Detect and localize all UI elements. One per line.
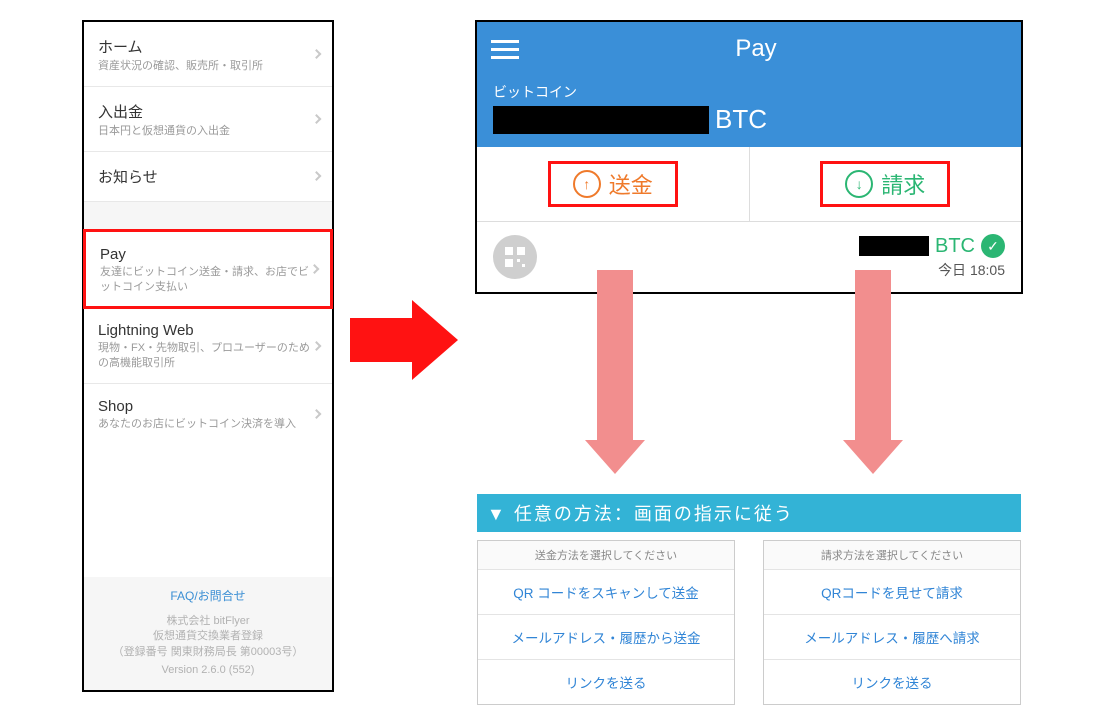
receive-option-link[interactable]: リンクを送る (764, 660, 1020, 704)
pay-screen: Pay ビットコイン BTC ↑ 送金 ↓ 請求 BTC (475, 20, 1023, 294)
balance-currency: BTC (715, 104, 767, 135)
sidebar-item-title: ホーム (98, 36, 318, 57)
arrow-right-icon (350, 300, 460, 380)
pay-title: Pay (491, 35, 1021, 63)
sidebar-item-deposit[interactable]: 入出金 日本円と仮想通貨の入出金 (84, 87, 332, 152)
sidebar-item-title: お知らせ (98, 166, 318, 187)
receive-option-qr[interactable]: QRコードを見せて請求 (764, 570, 1020, 615)
corp-info: 株式会社 bitFlyer 仮想通貨交換業者登録 （登録番号 関東財務局長 第0… (92, 614, 324, 660)
receive-button[interactable]: ↓ 請求 (749, 147, 1022, 221)
pay-balance: ビットコイン BTC (477, 76, 1021, 147)
receive-options: 請求方法を選択してください QRコードを見せて請求 メールアドレス・履歴へ請求 … (763, 540, 1021, 705)
sidebar-footer: FAQ/お問合せ 株式会社 bitFlyer 仮想通貨交換業者登録 （登録番号 … (84, 577, 332, 690)
sidebar-item-subtitle: 友達にビットコイン送金・請求、お店でビットコイン支払い (100, 265, 316, 295)
version-label: Version 2.6.0 (552) (92, 664, 324, 676)
sidebar-item-subtitle: 現物・FX・先物取引、プロユーザーのための高機能取引所 (98, 341, 318, 371)
pay-header: Pay (477, 22, 1021, 76)
sidebar-item-title: Shop (98, 398, 318, 415)
balance-label: ビットコイン (493, 82, 1005, 102)
sidebar-menu: ホーム 資産状況の確認、販売所・取引所 入出金 日本円と仮想通貨の入出金 お知ら… (82, 20, 334, 692)
sidebar-item-subtitle: 資産状況の確認、販売所・取引所 (98, 59, 318, 74)
sidebar-item-title: Lightning Web (98, 322, 318, 339)
redacted-amount (859, 236, 929, 256)
sidebar-item-notice[interactable]: お知らせ (84, 152, 332, 202)
send-option-link[interactable]: リンクを送る (478, 660, 734, 704)
sidebar-item-lightning[interactable]: Lightning Web 現物・FX・先物取引、プロユーザーのための高機能取引… (84, 308, 332, 384)
send-option-qr[interactable]: QR コードをスキャンして送金 (478, 570, 734, 615)
receive-icon: ↓ (845, 170, 873, 198)
send-options: 送金方法を選択してください QR コードをスキャンして送金 メールアドレス・履歴… (477, 540, 735, 705)
sidebar-item-pay[interactable]: Pay 友達にビットコイン送金・請求、お店でビットコイン支払い (83, 229, 333, 310)
redacted-balance (493, 106, 709, 134)
sidebar-item-title: 入出金 (98, 101, 318, 122)
sidebar-gap (84, 202, 332, 230)
tx-time: 今日 18:05 (938, 260, 1005, 280)
send-icon: ↑ (573, 170, 601, 198)
qr-icon (493, 235, 537, 279)
receive-label: 請求 (881, 168, 925, 200)
sidebar-item-subtitle: 日本円と仮想通貨の入出金 (98, 124, 318, 139)
receive-options-header: 請求方法を選択してください (764, 541, 1020, 570)
send-option-email[interactable]: メールアドレス・履歴から送金 (478, 615, 734, 660)
receive-option-email[interactable]: メールアドレス・履歴へ請求 (764, 615, 1020, 660)
arrow-down-icon (585, 270, 645, 474)
transaction-row[interactable]: BTC ✓ 今日 18:05 (477, 222, 1021, 292)
send-label: 送金 (609, 168, 653, 200)
check-icon: ✓ (981, 234, 1005, 258)
sidebar-item-subtitle: あなたのお店にビットコイン決済を導入 (98, 417, 318, 432)
arrow-down-icon (843, 270, 903, 474)
faq-link[interactable]: FAQ/お問合せ (92, 587, 324, 604)
sidebar-item-home[interactable]: ホーム 資産状況の確認、販売所・取引所 (84, 22, 332, 87)
sidebar-item-shop[interactable]: Shop あなたのお店にビットコイン決済を導入 (84, 384, 332, 444)
sidebar-item-title: Pay (100, 246, 316, 263)
tx-currency: BTC (935, 235, 975, 258)
action-row: ↑ 送金 ↓ 請求 (477, 147, 1021, 222)
send-button[interactable]: ↑ 送金 (477, 147, 749, 221)
send-options-header: 送金方法を選択してください (478, 541, 734, 570)
instruction-bar: ▼ 任意の方法：画面の指示に従う (477, 494, 1021, 532)
